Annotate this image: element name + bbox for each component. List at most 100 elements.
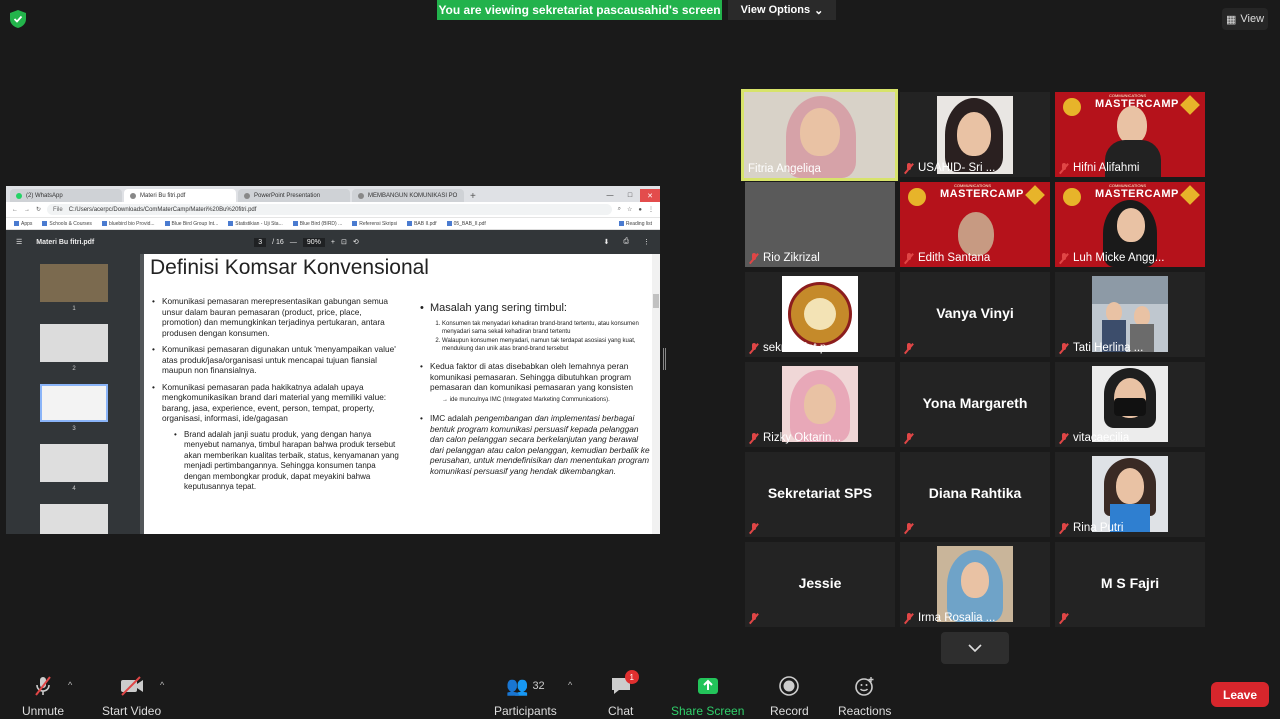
participant-tile[interactable]: Yona Margareth <box>900 362 1050 447</box>
participant-tile[interactable]: COMMUNICATIONS MASTERCAMP Hifni Alifahmi <box>1055 92 1205 177</box>
pdf-toolbar: ☰ Materi Bu fitri.pdf 3 / 16 — 90% + ⊡ ⟲… <box>6 230 660 254</box>
record-button[interactable]: Record <box>770 674 809 718</box>
zoom-level[interactable]: 90% <box>302 237 325 247</box>
search-icon[interactable]: ⌕ <box>618 206 621 213</box>
bookmark-apps[interactable]: Apps <box>14 221 32 227</box>
audio-options-caret[interactable]: ^ <box>68 680 72 690</box>
bookmark-item[interactable]: Referensi Skripsi <box>352 221 397 227</box>
start-video-button[interactable]: Start Video <box>102 674 161 718</box>
bookmark-item[interactable]: Schools & Courses <box>42 221 92 227</box>
bookmark-item[interactable]: bluebird bio Provid... <box>101 221 155 227</box>
browser-tab-pdf[interactable]: Materi Bu fitri.pdf <box>124 189 236 202</box>
participant-tile[interactable]: COMMUNICATIONS MASTERCAMP Luh Micke Angg… <box>1055 182 1205 267</box>
fit-page-icon[interactable]: ⊡ <box>341 238 347 246</box>
participant-tile[interactable]: sekretariat p... <box>745 272 895 357</box>
reactions-button[interactable]: Reactions <box>838 674 891 718</box>
participant-tile[interactable]: Vanya Vinyi <box>900 272 1050 357</box>
participant-tile[interactable]: Jessie <box>745 542 895 627</box>
bookmark-item[interactable]: Statistikian - Uji Sta... <box>228 221 283 227</box>
participant-name: Tati Herlina ... <box>1059 342 1143 354</box>
participant-tile[interactable]: vitacaecilia <box>1055 362 1205 447</box>
bookmark-label: Blue Bird Group Int... <box>171 220 219 227</box>
participant-name: USAHID- Sri ... <box>904 162 995 174</box>
close-icon[interactable]: ✕ <box>640 189 660 202</box>
view-options-button[interactable]: View Options ⌄ <box>728 0 836 20</box>
url-field[interactable]: File C:/Users/acerpc/Downloads/ComMaterC… <box>47 204 612 215</box>
print-icon[interactable]: ⎙ <box>623 238 629 246</box>
forward-icon[interactable]: → <box>24 207 30 213</box>
address-bar-row: ← → ↻ File C:/Users/acerpc/Downloads/Com… <box>6 202 660 218</box>
participant-tile[interactable]: M S Fajri <box>1055 542 1205 627</box>
star-icon[interactable]: ☆ <box>627 206 632 213</box>
participant-name: Rina Putri <box>1059 522 1124 534</box>
unmute-button[interactable]: Unmute <box>22 674 64 718</box>
mic-muted-icon <box>749 523 759 534</box>
participants-button[interactable]: 👥 32 Participants <box>494 674 557 719</box>
avatar[interactable]: ● <box>638 207 642 213</box>
poster-brand: MASTERCAMP <box>940 188 1024 200</box>
participant-tile[interactable]: Irma Rosalia ... <box>900 542 1050 627</box>
participant-tile[interactable]: Rio Zikrizal <box>745 182 895 267</box>
menu-icon[interactable]: ☰ <box>16 238 22 246</box>
bookmark-item[interactable]: BAB II.pdf <box>407 221 437 227</box>
thumbnail-page-3[interactable] <box>40 384 108 422</box>
bookmark-item[interactable]: Blue Bird Group Int... <box>164 220 219 227</box>
bookmark-item[interactable]: Blue Bird (BIRD) ... <box>292 221 342 227</box>
participant-tile[interactable]: Rizky Oktarin... <box>745 362 895 447</box>
thumbnail-page-2[interactable] <box>40 324 108 362</box>
profile-photo <box>1092 456 1168 532</box>
smiley-icon <box>854 677 874 696</box>
share-screen-button[interactable]: Share Screen <box>671 674 744 718</box>
thumbnail-page-4[interactable] <box>40 444 108 482</box>
kebab-menu-icon[interactable]: ⋮ <box>643 238 650 246</box>
zoom-out-icon[interactable]: — <box>290 239 297 246</box>
participant-name-text: Edith Santana <box>918 252 991 264</box>
bookmark-item[interactable]: 05_BAB_II.pdf <box>446 221 486 227</box>
mic-muted-icon <box>749 432 759 444</box>
pdf-viewer: 1 2 3 4 Definisi Komsar Konvensional Kom… <box>6 254 660 534</box>
browser-tab-membangun[interactable]: MEMBANGUN KOMUNIKASI PO <box>352 189 464 202</box>
chat-button[interactable]: 1 Chat <box>608 670 639 718</box>
slide-arrow-note: → ide munculnya IMC (Integrated Marketin… <box>442 396 610 403</box>
download-icon[interactable]: ⬇ <box>604 238 610 246</box>
rotate-icon[interactable]: ⟲ <box>353 238 359 246</box>
next-page-button[interactable] <box>941 632 1009 664</box>
slide-bullet: Komunikasi pemasaran digunakan untuk 'me… <box>152 344 402 376</box>
back-icon[interactable]: ← <box>12 207 18 213</box>
scrollbar-thumb[interactable] <box>653 294 659 308</box>
browser-tab-whatsapp[interactable]: (2) WhatsApp <box>10 189 122 202</box>
gallery-view-button[interactable]: ▦ View <box>1222 8 1268 30</box>
minimize-icon[interactable]: — <box>600 189 620 202</box>
pdf-page: Definisi Komsar Konvensional Komunikasi … <box>144 254 652 534</box>
leave-button[interactable]: Leave <box>1211 682 1269 707</box>
thumbnail-page-1[interactable] <box>40 264 108 302</box>
participant-tile[interactable]: Diana Rahtika <box>900 452 1050 537</box>
participant-tile[interactable]: USAHID- Sri ... <box>900 92 1050 177</box>
thumbnail-page-5[interactable] <box>40 504 108 534</box>
browser-tab-powerpoint[interactable]: PowerPoint Presentation <box>238 189 350 202</box>
participant-display-name: Diana Rahtika <box>928 485 1022 501</box>
page-number-input[interactable]: 3 <box>254 237 267 247</box>
split-resize-handle[interactable] <box>663 348 666 370</box>
participant-tile[interactable]: COMMUNICATIONS MASTERCAMP Edith Santana <box>900 182 1050 267</box>
participant-tile[interactable]: Fitria Angeliqa <box>741 89 898 181</box>
participant-name: Fitria Angeliqa <box>748 163 821 175</box>
shield-check-icon[interactable] <box>10 10 26 28</box>
reload-icon[interactable]: ↻ <box>36 206 41 213</box>
participant-name: vitacaecilia <box>1059 432 1129 444</box>
mic-muted-icon <box>904 523 914 534</box>
kebab-menu-icon[interactable]: ⋮ <box>648 206 654 213</box>
video-options-caret[interactable]: ^ <box>160 680 164 690</box>
zoom-in-icon[interactable]: + <box>331 239 335 246</box>
pdf-scrollbar[interactable] <box>652 254 660 534</box>
participants-options-caret[interactable]: ^ <box>568 680 572 690</box>
participant-name-text: Rina Putri <box>1073 522 1124 534</box>
participant-tile[interactable]: Sekretariat SPS <box>745 452 895 537</box>
new-tab-icon[interactable]: + <box>466 191 480 202</box>
participant-name <box>749 613 759 624</box>
maximize-icon[interactable]: □ <box>620 189 640 202</box>
participant-name <box>749 523 759 534</box>
participant-tile[interactable]: Tati Herlina ... <box>1055 272 1205 357</box>
participant-tile[interactable]: Rina Putri <box>1055 452 1205 537</box>
bookmark-reading-list[interactable]: Reading list <box>618 221 652 227</box>
